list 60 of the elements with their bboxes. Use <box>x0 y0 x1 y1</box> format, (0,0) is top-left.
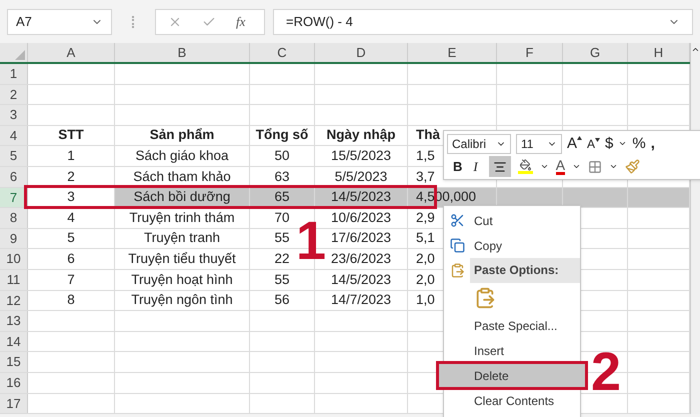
menu-item[interactable]: Clear Contents <box>444 388 580 413</box>
row-header[interactable]: 8 <box>0 208 28 228</box>
font-name-field[interactable]: Calibri <box>447 134 511 154</box>
column-header[interactable]: A <box>28 43 115 62</box>
percent-button[interactable]: % <box>632 136 646 151</box>
column-header[interactable]: F <box>497 43 563 62</box>
column-header[interactable]: G <box>563 43 628 62</box>
row-header[interactable]: 9 <box>0 228 28 248</box>
drag-handle-icon[interactable] <box>132 16 135 28</box>
row-header[interactable]: 17 <box>0 394 28 414</box>
name-box[interactable]: A7 <box>7 8 112 34</box>
step-number: 2 <box>591 345 622 399</box>
menu-heading: Paste Options: <box>470 258 580 283</box>
font-size-field[interactable]: 11 <box>516 134 562 154</box>
menu-item[interactable]: Delete <box>438 363 586 388</box>
currency-button[interactable]: $ <box>605 136 614 151</box>
menu-item[interactable]: Insert <box>444 338 580 363</box>
row-header[interactable]: 3 <box>0 105 28 125</box>
menu-item[interactable]: Paste Special... <box>444 313 580 338</box>
column-header[interactable]: E <box>408 43 497 62</box>
borders-icon[interactable] <box>588 160 602 174</box>
scissors-icon <box>450 213 465 228</box>
function-button[interactable]: fx <box>236 12 246 32</box>
formula-field[interactable]: =ROW() - 4 <box>273 8 693 34</box>
row-header[interactable]: 5 <box>0 146 28 166</box>
column-header[interactable]: D <box>315 43 408 62</box>
table-cell: 65 <box>250 188 315 208</box>
comma-button[interactable]: , <box>650 136 655 151</box>
grow-font-button[interactable]: A <box>567 136 582 151</box>
dropdown-icon[interactable] <box>572 162 582 171</box>
row-header[interactable]: 16 <box>0 372 28 392</box>
row-header[interactable]: 10 <box>0 249 28 269</box>
copy-icon <box>450 238 465 253</box>
align-center-button[interactable] <box>488 156 511 177</box>
font-color-button[interactable]: A <box>556 158 566 175</box>
caret-up-icon <box>577 136 582 140</box>
table-cell: 14/5/2023 <box>315 188 408 208</box>
row-header[interactable]: 4 <box>0 126 28 146</box>
align-center-icon <box>492 160 507 174</box>
row-header[interactable]: 6 <box>0 166 28 187</box>
dropdown-icon[interactable] <box>609 162 618 171</box>
clipboard-icon <box>450 263 465 278</box>
row-header[interactable]: 15 <box>0 352 28 372</box>
column-header[interactable]: C <box>250 43 315 62</box>
shrink-font-button[interactable]: A <box>587 138 600 150</box>
row-header[interactable]: 14 <box>0 332 28 352</box>
row-header[interactable]: 13 <box>0 311 28 331</box>
dropdown-icon[interactable] <box>540 162 549 171</box>
paste-icon[interactable] <box>474 287 496 309</box>
row-header[interactable]: 2 <box>0 84 28 104</box>
table-cell: Sách bồi dưỡng <box>115 188 250 208</box>
caret-down-icon <box>595 138 600 142</box>
dropdown-icon[interactable] <box>618 139 628 148</box>
scroll-up-icon[interactable] <box>691 45 700 54</box>
column-header[interactable]: B <box>115 43 250 62</box>
format-painter-icon[interactable] <box>625 159 640 174</box>
row-header[interactable]: 12 <box>0 290 28 310</box>
row-header[interactable]: 1 <box>0 64 28 84</box>
fill-color-icon[interactable] <box>518 159 533 174</box>
row-header[interactable]: 11 <box>0 270 28 290</box>
